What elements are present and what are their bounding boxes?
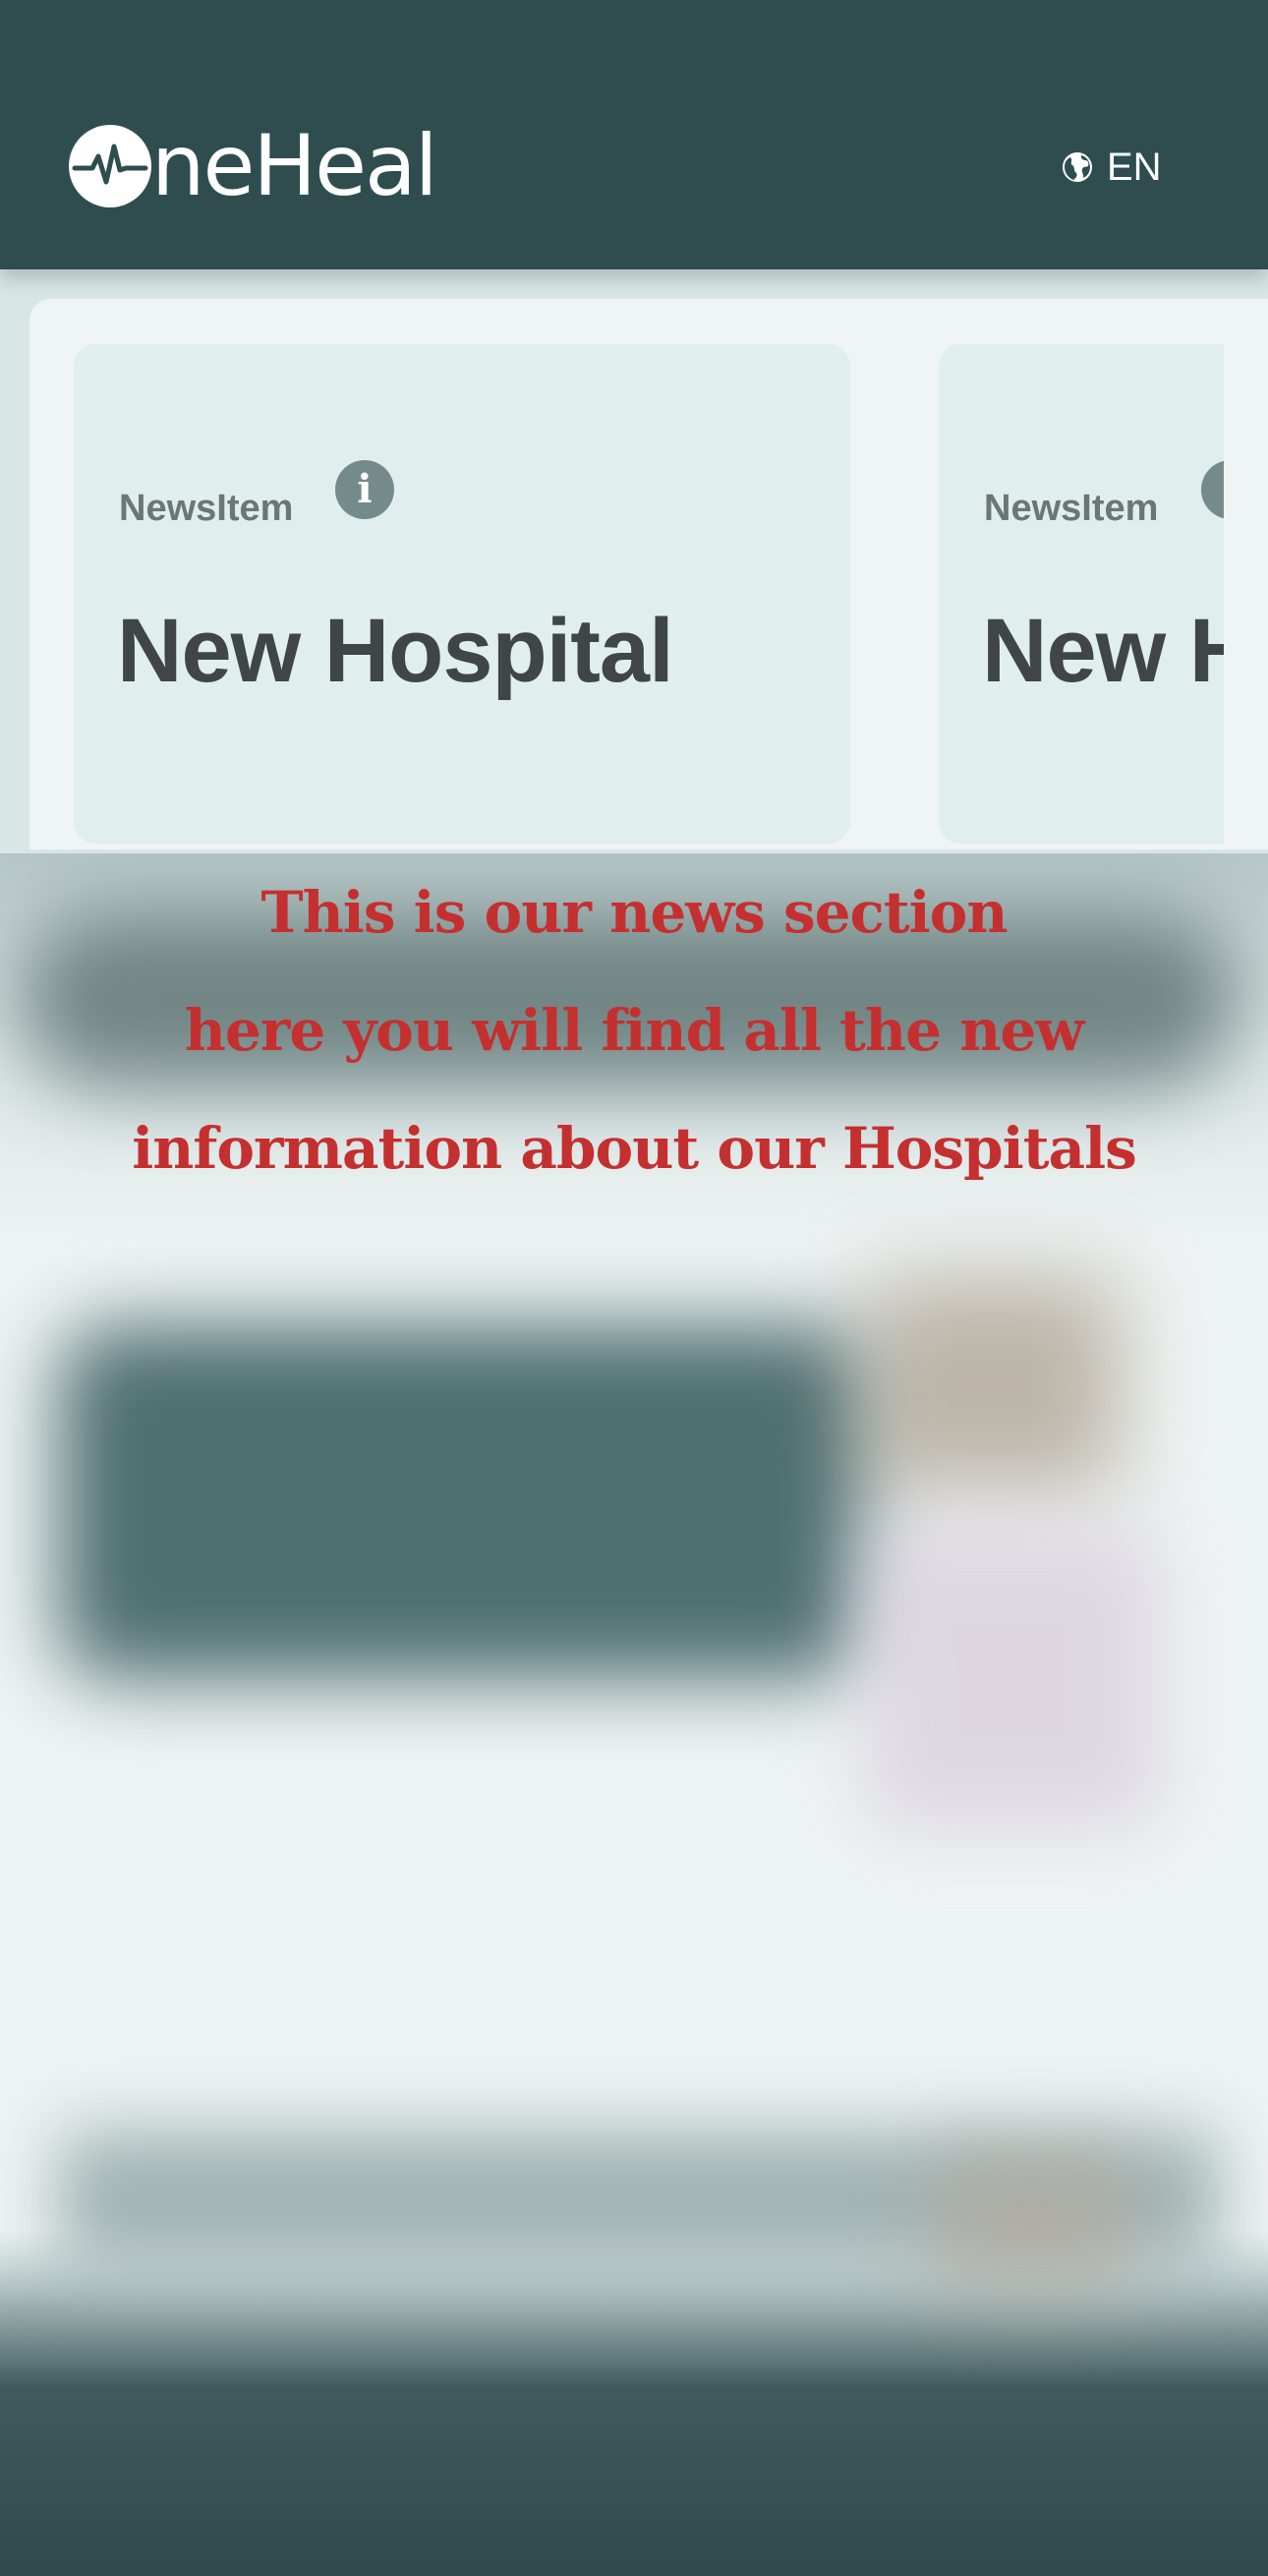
tutorial-message-line: This is our news section	[260, 879, 1008, 946]
tutorial-message-line: information about our Hospitals	[132, 1115, 1137, 1182]
news-card-title: New H	[982, 601, 1224, 701]
blur-region	[865, 1532, 1160, 1827]
news-card-kicker: NewsItem	[984, 488, 1159, 529]
language-label: EN	[1107, 145, 1162, 189]
news-card[interactable]: NewsItem i New H	[939, 344, 1224, 844]
news-card-title: New Hospital	[117, 601, 674, 701]
language-selector[interactable]: EN	[1062, 144, 1162, 191]
tutorial-message: This is our news section here you will f…	[0, 853, 1268, 1207]
blur-region	[59, 1325, 865, 1679]
info-icon[interactable]: i	[1201, 460, 1224, 519]
news-card-kicker: NewsItem	[119, 488, 294, 529]
app-header: neHeal EN	[0, 0, 1268, 269]
oneheal-logo[interactable]: neHeal	[69, 117, 438, 215]
info-icon[interactable]: i	[335, 460, 394, 519]
pulse-circle-icon	[69, 125, 151, 207]
tutorial-message-line: here you will find all the new	[184, 997, 1084, 1064]
news-card[interactable]: NewsItem i New Hospital	[74, 344, 850, 844]
globe-icon	[1063, 152, 1092, 182]
blur-region	[934, 2151, 1130, 2289]
logo-text: neHeal	[151, 117, 438, 215]
blur-region	[865, 1276, 1121, 1493]
